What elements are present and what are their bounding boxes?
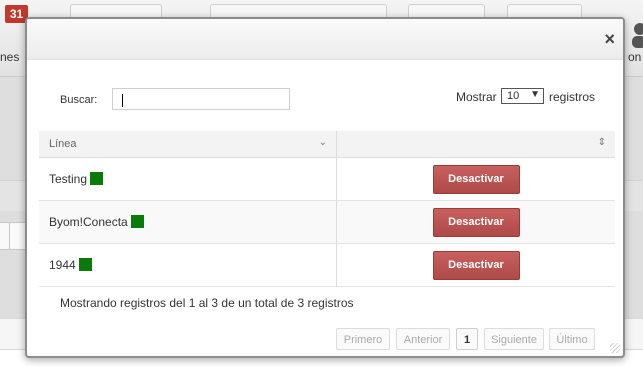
resize-handle-icon[interactable] [610,343,620,353]
text-cursor [122,94,123,107]
table-header-row: Línea ⌄ ⇕ [39,131,615,158]
pager-next-button[interactable]: Siguiente [484,328,544,350]
page-length-select[interactable]: 10 ▼ [501,88,544,104]
column-header-actions[interactable]: ⇕ [336,131,615,158]
status-indicator [90,172,104,185]
toolbar-label: nes [0,50,20,64]
pager-previous-button[interactable]: Anterior [396,328,450,350]
status-indicator [130,215,144,228]
dialog-header: × [27,19,623,60]
line-name: Testing [49,172,88,186]
search-label: Buscar: [60,94,98,106]
action-cell: Desactivar [336,243,615,287]
table-info: Mostrando registros del 1 al 3 de un tot… [60,296,354,310]
line-cell: Byom!Conecta [39,200,337,244]
line-name: 1944 [49,258,76,272]
page-length-label: Mostrar [456,90,497,104]
pager-last-button[interactable]: Último [549,328,595,350]
deactivate-button[interactable]: Desactivar [432,207,520,237]
deactivate-button[interactable]: Desactivar [432,164,520,194]
lines-dialog: × Buscar: Mostrar 10 ▼ registros Línea ⌄… [25,17,625,358]
line-cell: Testing [39,157,337,201]
table-row: Byom!Conecta Desactivar [39,200,615,244]
sort-desc-icon: ⌄ [318,137,327,148]
column-header-linea[interactable]: Línea ⌄ [39,131,337,158]
sort-both-icon: ⇕ [597,137,606,148]
line-cell: 1944 [39,243,337,287]
table-row: 1944 Desactivar [39,243,615,287]
table-row: Testing Desactivar [39,157,615,201]
deactivate-button[interactable]: Desactivar [432,250,520,280]
column-header-label: Línea [49,138,77,150]
pager-first-button[interactable]: Primero [336,328,390,350]
action-cell: Desactivar [336,157,615,201]
status-indicator [78,258,92,271]
action-cell: Desactivar [336,200,615,244]
user-icon [632,23,643,48]
page-length-suffix: registros [549,90,596,104]
toolbar-label: on [628,50,642,64]
page-length-value: 10 [507,90,520,102]
chevron-down-icon: ▼ [530,89,540,100]
pager-page-button[interactable]: 1 [456,328,478,350]
search-input[interactable] [112,88,290,110]
lines-table: Línea ⌄ ⇕ Testing Desactivar Byom!Conect [39,131,615,287]
close-icon[interactable]: × [604,30,615,48]
line-name: Byom!Conecta [49,215,128,229]
